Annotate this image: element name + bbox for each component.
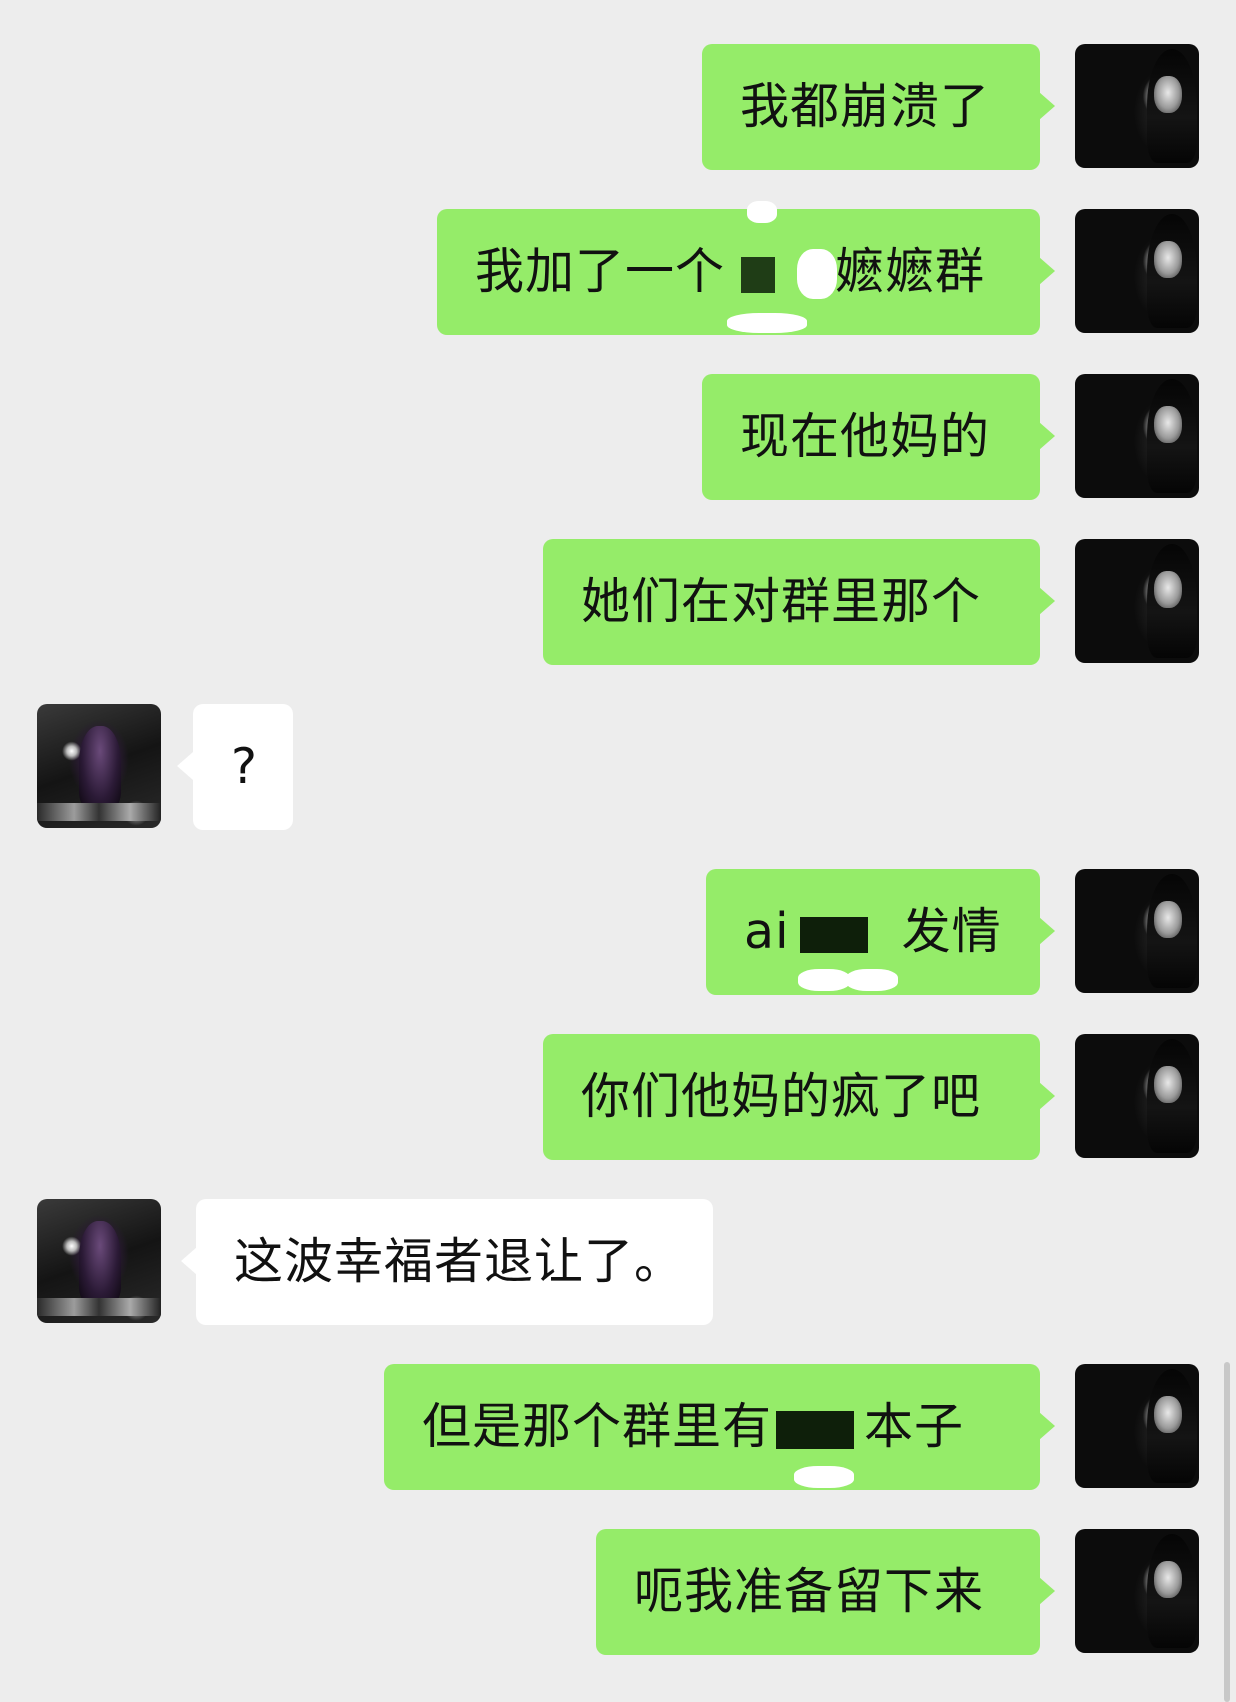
message-text: 你们他妈的疯了吧 [581, 1068, 982, 1125]
message-text: 她们在对群里那个 [581, 573, 982, 630]
message-bubble-sent[interactable]: 现在他妈的 [702, 374, 1040, 500]
redaction-smear [727, 313, 807, 333]
message-bubble-received[interactable]: 这波幸福者退让了。 [196, 1199, 713, 1325]
bubble-tail [1039, 917, 1055, 945]
scrollbar[interactable] [1224, 1362, 1230, 1702]
message-row: 我都崩溃了 [0, 44, 1236, 170]
message-bubble-sent[interactable]: 呃我准备留下来 [596, 1529, 1040, 1655]
contact-avatar[interactable] [37, 704, 161, 828]
message-bubble-sent[interactable]: 我都崩溃了 [702, 44, 1040, 170]
bubble-tail [181, 1247, 197, 1275]
message-text-part: 本子 [864, 1398, 965, 1455]
message-bubble-sent[interactable]: 她们在对群里那个 [543, 539, 1040, 665]
message-text-part: 嬷嬷群 [835, 243, 986, 300]
bubble-tail [1039, 422, 1055, 450]
message-row: ? [0, 704, 1236, 830]
redaction-smear [846, 969, 898, 991]
message-row: 我加了一个 嬷嬷群 [0, 201, 1236, 335]
message-row: 你们他妈的疯了吧 [0, 1034, 1236, 1160]
bubble-tail [1039, 1412, 1055, 1440]
redaction-block [741, 256, 776, 293]
message-text-part: 但是那个群里有 [422, 1398, 773, 1455]
self-avatar[interactable] [1075, 539, 1199, 663]
redaction-block [776, 1410, 855, 1449]
bubble-tail [177, 752, 193, 780]
message-text: 我都崩溃了 [740, 78, 991, 135]
message-row: 现在他妈的 [0, 374, 1236, 500]
self-avatar[interactable] [1075, 869, 1199, 993]
redaction-smear [747, 201, 777, 223]
bubble-tail [1039, 1082, 1055, 1110]
message-row: ai 发情 [0, 869, 1236, 995]
message-text-part: ai [744, 903, 790, 960]
bubble-tail [1039, 1577, 1055, 1605]
self-avatar[interactable] [1075, 1529, 1199, 1653]
self-avatar[interactable] [1075, 209, 1199, 333]
message-text-part: 我加了一个 [475, 243, 726, 300]
message-bubble-received[interactable]: ? [193, 704, 293, 830]
message-bubble-sent[interactable]: 但是那个群里有 本子 [384, 1364, 1040, 1490]
redaction-smear [797, 249, 837, 299]
message-text: 呃我准备留下来 [634, 1563, 985, 1620]
redaction-smear [798, 969, 850, 991]
self-avatar[interactable] [1075, 1034, 1199, 1158]
message-text-part: 发情 [901, 903, 1002, 960]
message-bubble-sent[interactable]: 你们他妈的疯了吧 [543, 1034, 1040, 1160]
message-bubble-sent[interactable]: ai 发情 [706, 869, 1040, 995]
message-text: ? [231, 738, 259, 795]
contact-avatar[interactable] [37, 1199, 161, 1323]
message-text: 这波幸福者退让了。 [234, 1233, 685, 1290]
bubble-tail [1039, 587, 1055, 615]
bubble-tail [1039, 257, 1055, 285]
message-bubble-sent[interactable]: 我加了一个 嬷嬷群 [437, 201, 1040, 335]
bubble-tail [1039, 92, 1055, 120]
self-avatar[interactable] [1075, 1364, 1199, 1488]
redaction-block [799, 916, 868, 953]
message-text: 现在他妈的 [740, 408, 991, 465]
redaction-smear [794, 1466, 854, 1488]
message-row: 她们在对群里那个 [0, 539, 1236, 665]
message-row: 这波幸福者退让了。 [0, 1199, 1236, 1325]
chat-message-list[interactable]: 我都崩溃了 我加了一个 嬷嬷群 现在他妈的 她们在对群里那个 ? ai 发情 你… [0, 0, 1236, 1702]
self-avatar[interactable] [1075, 44, 1199, 168]
self-avatar[interactable] [1075, 374, 1199, 498]
message-row: 呃我准备留下来 [0, 1529, 1236, 1655]
message-row: 但是那个群里有 本子 [0, 1364, 1236, 1490]
